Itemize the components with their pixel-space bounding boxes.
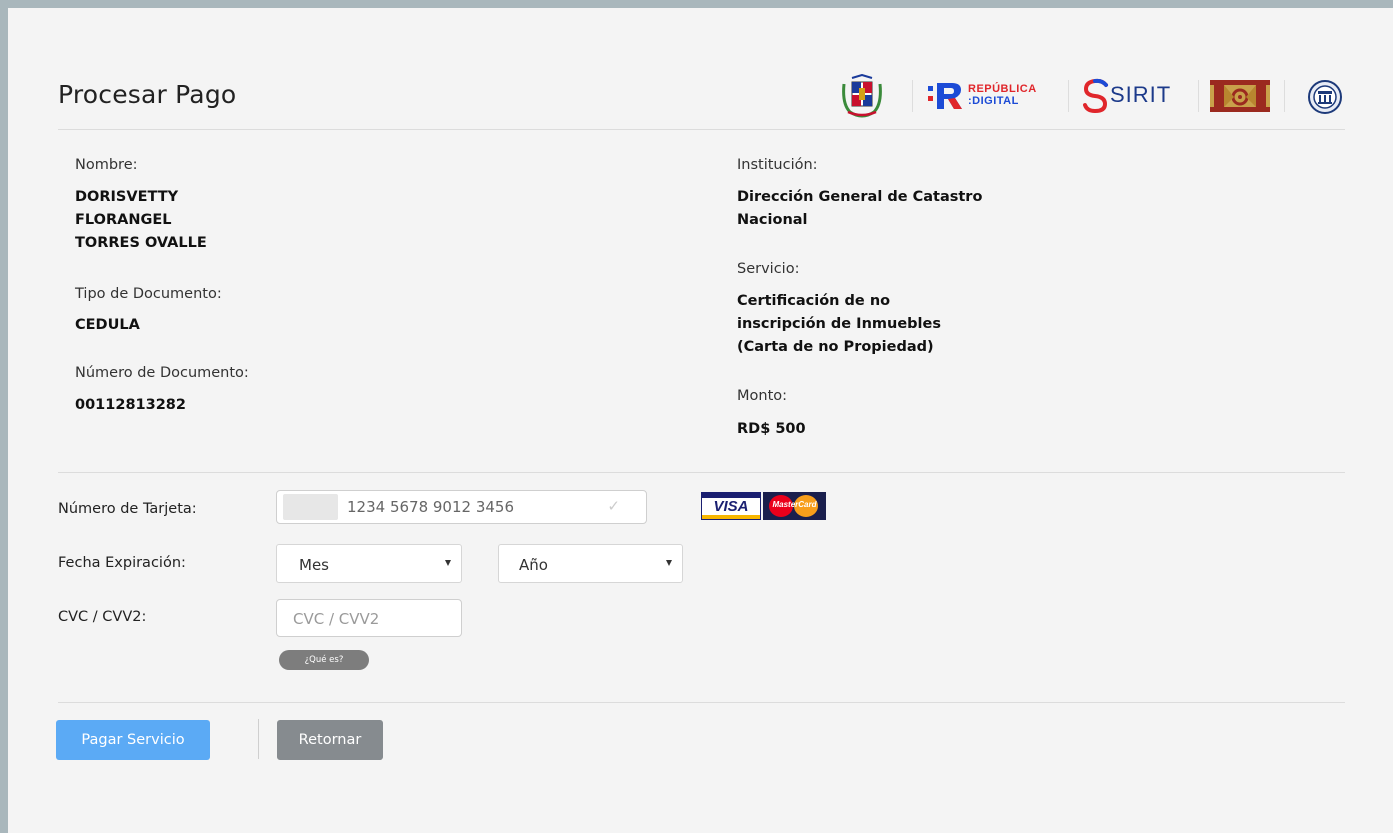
nombre-line-1: DORISVETTY [75,189,179,205]
button-separator [258,719,259,759]
coat-of-arms-icon [838,73,886,122]
monto-value: RD$ 500 [737,421,806,437]
details-divider [58,472,1345,473]
expiry-label: Fecha Expiración: [58,555,186,571]
sirit-logo: SIRIT [1082,76,1192,116]
nombre-line-2: FLORANGEL [75,212,172,228]
cvc-label: CVC / CVV2: [58,609,147,625]
institucion-line-1: Dirección General de Catastro [737,189,983,205]
year-selected-value: Año [519,556,548,574]
payment-panel: Procesar Pago REPÚBLICA:DIGITAL SIRIT N… [8,8,1393,833]
card-number-input[interactable]: 1234 5678 9012 3456 ✓ [276,490,647,524]
cvc-input[interactable]: CVC / CVV2 [276,599,462,637]
pay-service-button[interactable]: Pagar Servicio [56,720,210,760]
month-selected-value: Mes [299,556,329,574]
tipo-documento-value: CEDULA [75,317,140,333]
servicio-line-3: (Carta de no Propiedad) [737,339,934,355]
visa-icon: VISA [701,492,761,520]
institucion-line-2: Nacional [737,212,808,228]
institucion-label: Institución: [737,157,818,173]
institucion-value: Dirección General de Catastro Nacional [737,186,982,232]
monto-label: Monto: [737,388,788,404]
page-title: Procesar Pago [58,80,237,109]
check-icon: ✓ [607,497,620,515]
servicio-line-1: Certificación de no [737,293,891,309]
card-number-label: Número de Tarjeta: [58,501,197,517]
tipo-documento-label: Tipo de Documento: [75,286,222,302]
what-is-cvc-button[interactable]: ¿Qué es? [279,650,369,670]
nombre-value: DORISVETTY FLORANGEL TORRES OVALLE [75,186,207,255]
digital-text: :DIGITAL [968,95,1019,107]
month-select[interactable]: Mes [276,544,462,583]
card-number-placeholder: 1234 5678 9012 3456 [347,498,514,516]
hacienda-seal-icon [1308,80,1342,118]
numero-documento-value: 00112813282 [75,397,186,413]
servicio-line-2: inscripción de Inmuebles [737,316,941,332]
catastro-logo [1210,80,1270,116]
servicio-value: Certificación de no inscripción de Inmue… [737,290,941,359]
cvc-placeholder: CVC / CVV2 [293,610,380,628]
chevron-down-icon [666,560,672,566]
sirit-text: SIRIT [1110,82,1172,107]
republica-text: REPÚBLICA [968,83,1037,95]
year-select[interactable]: Año [498,544,683,583]
chevron-down-icon [445,560,451,566]
servicio-label: Servicio: [737,261,800,277]
form-divider [58,702,1345,703]
republica-digital-logo: REPÚBLICA :DIGITAL [928,80,1058,112]
numero-documento-label: Número de Documento: [75,365,249,381]
card-type-icon [283,494,338,520]
nombre-line-3: TORRES OVALLE [75,235,207,251]
return-button[interactable]: Retornar [277,720,383,760]
mastercard-icon: MasterCard [763,492,826,520]
nombre-label: Nombre: [75,157,138,173]
header-divider [58,129,1345,130]
